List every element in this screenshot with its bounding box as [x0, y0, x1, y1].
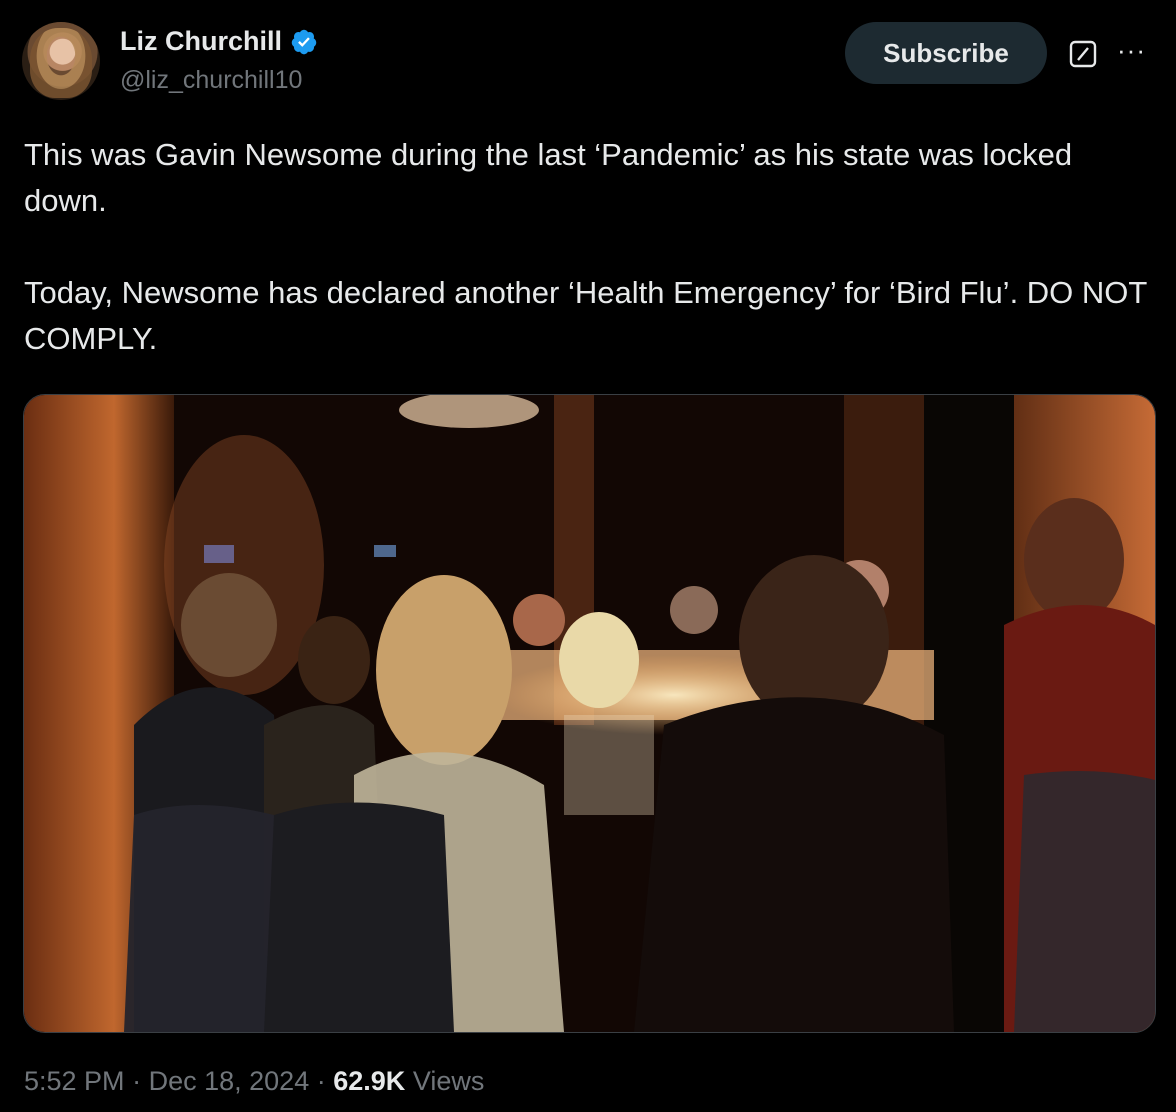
grok-icon[interactable]	[1068, 39, 1098, 69]
meta-separator: ·	[316, 1066, 326, 1096]
subscribe-button[interactable]: Subscribe	[845, 22, 1047, 84]
display-name[interactable]: Liz Churchill	[120, 26, 282, 57]
views-label: Views	[412, 1066, 485, 1096]
author-handle[interactable]: @liz_churchill10	[120, 66, 302, 95]
restaurant-photo	[24, 395, 1155, 1032]
author-name-row: Liz Churchill	[120, 26, 318, 57]
tweet-text: This was Gavin Newsome during the last ‘…	[24, 137, 1147, 356]
tweet-photo[interactable]	[23, 394, 1156, 1033]
views-count: 62.9K	[333, 1066, 406, 1096]
avatar[interactable]	[22, 22, 100, 100]
verified-badge-icon	[291, 29, 317, 54]
meta-separator: ·	[132, 1066, 142, 1096]
tweet-date[interactable]: Dec 18, 2024	[149, 1066, 310, 1096]
tweet-time[interactable]: 5:52 PM	[24, 1066, 125, 1096]
more-icon[interactable]: ···	[1117, 37, 1146, 63]
tweet-meta: 5:52 PM · Dec 18, 2024 · 62.9K Views	[24, 1066, 484, 1097]
avatar-hair	[30, 28, 92, 98]
